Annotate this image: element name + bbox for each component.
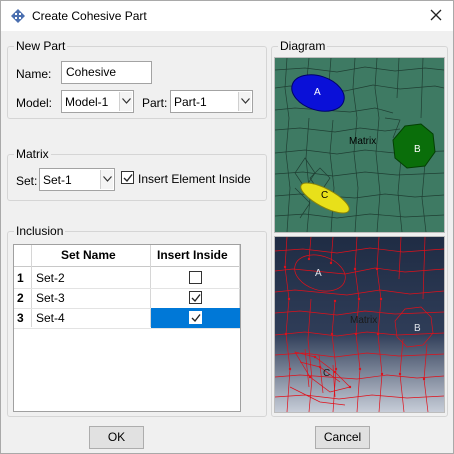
insert-inside-checkbox[interactable] <box>189 291 202 304</box>
insert-inside-checkbox[interactable] <box>189 311 202 324</box>
check-icon <box>191 294 201 303</box>
title-bar: Create Cohesive Part <box>1 1 453 31</box>
inclusion-a-label: A <box>314 87 321 98</box>
matrix-set-value: Set-1 <box>43 173 72 187</box>
insert-inside-cell-selected[interactable] <box>151 308 240 328</box>
set-label: Set: <box>16 174 38 188</box>
row-index: 2 <box>17 291 24 305</box>
create-cohesive-part-dialog: Create Cohesive Part New Part Name: Cohe… <box>0 0 454 454</box>
set-name-cell[interactable]: Set-3 <box>36 291 65 305</box>
matrix-label: Matrix <box>349 136 377 147</box>
inclusion-c-label: C <box>321 190 329 201</box>
diagram-bottom-image: A B C Matrix <box>274 236 445 413</box>
insert-inside-cell[interactable] <box>151 288 240 308</box>
matrix-legend: Matrix <box>16 147 49 161</box>
app-icon <box>11 9 25 23</box>
ok-button[interactable]: OK <box>89 426 144 449</box>
insert-element-inside-label: Insert Element Inside <box>138 172 251 186</box>
chevron-down-icon <box>119 92 132 111</box>
model-select-value: Model-1 <box>65 95 109 109</box>
set-name-cell[interactable]: Set-2 <box>36 271 65 285</box>
model-select[interactable]: Model-1 <box>61 90 134 113</box>
chevron-down-icon <box>238 92 251 111</box>
matrix-set-select[interactable]: Set-1 <box>39 168 115 191</box>
part-select[interactable]: Part-1 <box>170 90 253 113</box>
close-icon <box>430 9 442 21</box>
insert-inside-checkbox[interactable] <box>189 271 202 284</box>
close-button[interactable] <box>423 3 449 27</box>
inclusion-a-label: A <box>315 268 322 279</box>
inclusion-b-label: B <box>414 323 421 334</box>
diagram-top-image: A B C Matrix <box>274 57 445 233</box>
row-divider <box>14 328 240 329</box>
matrix-label: Matrix <box>350 315 378 326</box>
cancel-button[interactable]: Cancel <box>315 426 370 449</box>
column-header-set-name[interactable]: Set Name <box>61 248 116 262</box>
insert-inside-cell[interactable] <box>151 268 240 288</box>
table-row[interactable]: 1 Set-2 <box>14 268 240 288</box>
model-label: Model: <box>16 96 53 110</box>
table-row[interactable]: 2 Set-3 <box>14 288 240 308</box>
check-icon <box>191 314 201 323</box>
insert-element-inside-checkbox[interactable] <box>121 171 134 184</box>
name-label: Name: <box>16 67 52 81</box>
inclusion-legend: Inclusion <box>16 224 64 238</box>
table-header: Set Name Insert Inside <box>14 245 240 267</box>
inclusion-table: Set Name Insert Inside 1 Set-2 2 Set-3 3 <box>13 244 241 412</box>
set-name-cell[interactable]: Set-4 <box>36 311 65 325</box>
table-row-selected[interactable]: 3 Set-4 <box>14 308 240 328</box>
check-icon <box>123 174 133 183</box>
inclusion-b-label: B <box>414 144 421 155</box>
row-index: 1 <box>17 271 24 285</box>
row-index: 3 <box>17 311 24 325</box>
window-title: Create Cohesive Part <box>32 9 147 23</box>
inclusion-c-label: C <box>323 368 331 379</box>
part-label: Part: <box>142 96 168 110</box>
chevron-down-icon <box>100 170 113 189</box>
new-part-legend: New Part <box>16 39 66 53</box>
part-select-value: Part-1 <box>174 95 207 109</box>
column-header-insert-inside[interactable]: Insert Inside <box>157 248 228 262</box>
diagram-legend: Diagram <box>280 39 326 53</box>
name-field[interactable]: Cohesive <box>61 61 152 84</box>
